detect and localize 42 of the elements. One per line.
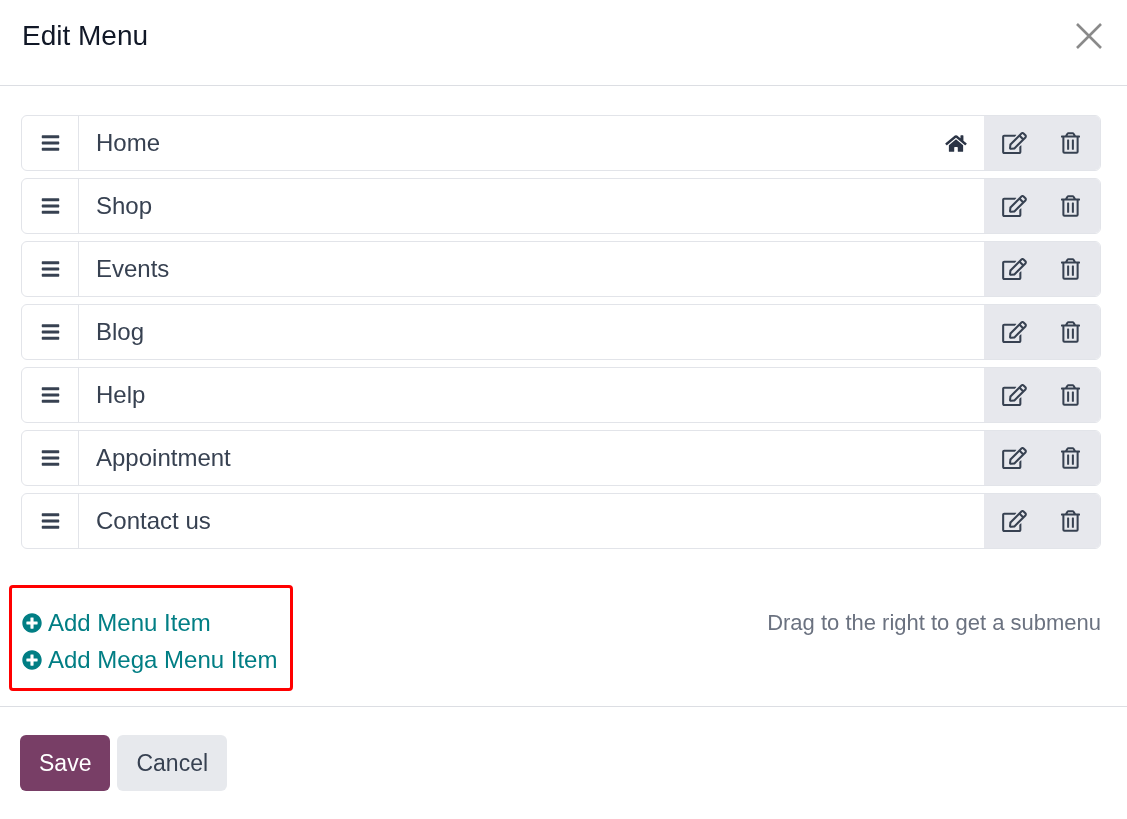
drag-handle-icon[interactable] bbox=[39, 448, 61, 468]
edit-icon[interactable] bbox=[1002, 510, 1027, 532]
trash-icon[interactable] bbox=[1061, 384, 1080, 406]
menu-item-row[interactable]: Blog bbox=[21, 304, 1101, 360]
trash-icon[interactable] bbox=[1061, 132, 1080, 154]
menu-item-row[interactable]: Home bbox=[21, 115, 1101, 171]
edit-icon[interactable] bbox=[1002, 132, 1027, 154]
menu-item-label: Blog bbox=[96, 317, 145, 347]
menu-item-row[interactable]: Events bbox=[21, 241, 1101, 297]
menu-item-label: Home bbox=[96, 128, 161, 158]
trash-icon[interactable] bbox=[1061, 447, 1080, 469]
drag-handle-icon[interactable] bbox=[39, 133, 61, 153]
menu-item-label: Appointment bbox=[96, 443, 231, 473]
edit-icon[interactable] bbox=[1002, 258, 1027, 280]
add-item-link[interactable]: Add Mega Menu Item bbox=[22, 642, 278, 678]
hint-text: Drag to the right to get a submenu bbox=[767, 609, 1101, 637]
drag-handle-icon[interactable] bbox=[39, 196, 61, 216]
menu-item-row[interactable]: Appointment bbox=[21, 430, 1101, 486]
drag-handle-icon[interactable] bbox=[39, 511, 61, 531]
trash-icon[interactable] bbox=[1061, 321, 1080, 343]
drag-handle-icon[interactable] bbox=[39, 259, 61, 279]
drag-handle-icon[interactable] bbox=[39, 322, 61, 342]
edit-icon[interactable] bbox=[1002, 384, 1027, 406]
add-item-link[interactable]: Add Menu Item bbox=[22, 605, 278, 641]
menu-item-label: Contact us bbox=[96, 506, 211, 536]
save-button[interactable]: Save bbox=[20, 735, 111, 791]
menu-item-label: Shop bbox=[96, 191, 153, 221]
cancel-button[interactable]: Cancel bbox=[117, 735, 228, 791]
menu-item-label: Events bbox=[96, 254, 170, 284]
trash-icon[interactable] bbox=[1061, 195, 1080, 217]
close-icon[interactable] bbox=[1076, 23, 1102, 49]
menu-item-row[interactable]: Help bbox=[21, 367, 1101, 423]
menu-item-row[interactable]: Shop bbox=[21, 178, 1101, 234]
edit-icon[interactable] bbox=[1002, 447, 1027, 469]
drag-handle-icon[interactable] bbox=[39, 385, 61, 405]
trash-icon[interactable] bbox=[1061, 258, 1080, 280]
menu-item-label: Help bbox=[96, 380, 146, 410]
trash-icon[interactable] bbox=[1061, 510, 1080, 532]
edit-icon[interactable] bbox=[1002, 321, 1027, 343]
dialog-title: Edit Menu bbox=[22, 19, 149, 53]
edit-icon[interactable] bbox=[1002, 195, 1027, 217]
menu-item-row[interactable]: Contact us bbox=[21, 493, 1101, 549]
